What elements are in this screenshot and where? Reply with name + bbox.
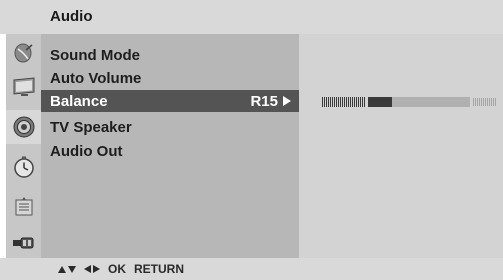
balance-tick [485,98,486,106]
tab-option[interactable] [6,190,41,224]
left-right-arrows-icon [84,265,100,273]
navigation-hints: OK RETURN [58,262,184,276]
audio-menu-list: Sound Mode Auto Volume Balance R15 TV Sp… [41,34,299,258]
balance-value: R15 [250,93,291,110]
up-down-arrows-icon [58,265,76,273]
balance-tick [493,98,494,106]
menu-item-auto-volume[interactable]: Auto Volume [41,67,299,89]
balance-tick [491,98,492,106]
input-plug-icon [12,237,33,249]
balance-tick [352,97,353,107]
balance-indicator [368,97,392,107]
balance-tick [338,97,339,107]
balance-tick [489,98,490,106]
arrow-right-icon [283,96,291,106]
satellite-dish-icon [14,43,32,63]
audio-osd-screen: Audio Sound Mode Auto Volume Balance R15… [0,0,503,280]
balance-tick [342,97,343,107]
balance-tick [348,97,349,107]
balance-tick [479,98,480,106]
menu-item-label: TV Speaker [50,118,132,136]
balance-tick [483,98,484,106]
title-bar: Audio [0,0,503,34]
lock-icon [15,197,32,216]
balance-tick [322,97,323,107]
balance-tick [336,97,337,107]
menu-item-sound-mode[interactable]: Sound Mode [41,44,299,66]
return-hint: RETURN [134,262,184,276]
value-panel [299,34,503,258]
balance-tick [473,98,474,106]
balance-tick [495,98,496,106]
tab-input[interactable] [6,226,41,260]
balance-tick [477,98,478,106]
menu-item-tv-speaker[interactable]: TV Speaker [41,116,299,138]
footer-bar: OK RETURN [0,258,503,280]
balance-tick [350,97,351,107]
tab-time[interactable] [6,150,41,184]
balance-tick [356,97,357,107]
balance-tick [324,97,325,107]
menu-item-balance[interactable]: Balance R15 [41,90,299,112]
menu-item-label: Sound Mode [50,46,140,64]
balance-tick [487,98,488,106]
balance-tick [344,97,345,107]
tab-audio[interactable] [6,110,41,144]
menu-item-label: Audio Out [50,142,123,160]
screen-icon [13,77,34,96]
balance-tick [354,97,355,107]
balance-ticks-right [473,98,496,106]
balance-value-text: R15 [250,92,278,110]
clock-icon [13,156,34,178]
ok-hint: OK [108,262,126,276]
menu-item-label: Auto Volume [50,69,142,87]
balance-tick [340,97,341,107]
tab-picture[interactable] [6,70,41,104]
menu-item-audio-out[interactable]: Audio Out [41,140,299,162]
balance-ticks-left [322,97,365,107]
menu-title: Audio [50,8,93,25]
balance-tick [475,98,476,106]
balance-tick [328,97,329,107]
balance-tick [360,97,361,107]
balance-tick [358,97,359,107]
balance-tick [362,97,363,107]
menu-item-label: Balance [50,92,108,110]
balance-tick [346,97,347,107]
balance-tick [326,97,327,107]
balance-tick [481,98,482,106]
balance-tick [334,97,335,107]
balance-slider[interactable] [321,96,496,108]
speaker-icon [13,116,34,138]
balance-tick [364,97,365,107]
balance-tick [330,97,331,107]
tab-channel[interactable] [6,36,41,70]
balance-tick [332,97,333,107]
category-icon-column [6,34,41,258]
